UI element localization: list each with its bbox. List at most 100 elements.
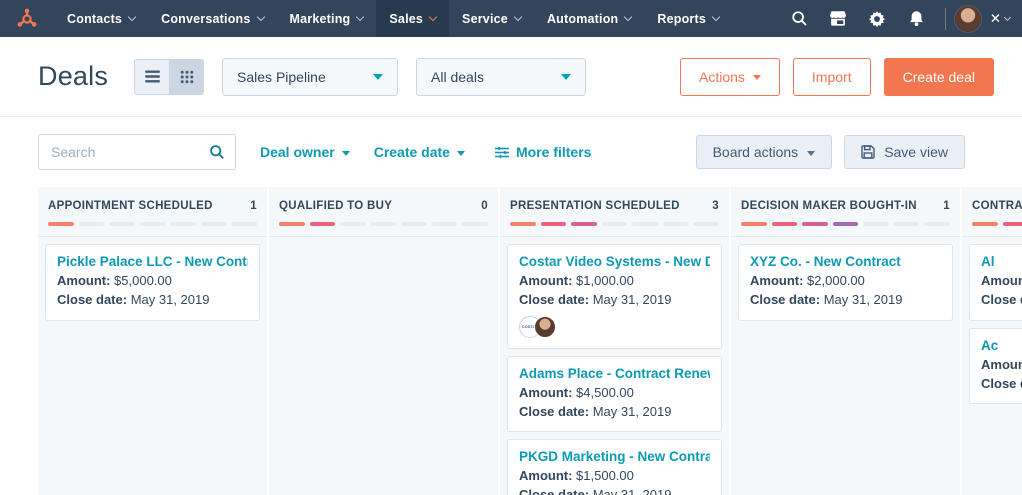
deal-card[interactable]: PKGD Marketing - New Contract Amount: $1… — [507, 439, 722, 495]
stage-progress — [510, 222, 719, 226]
page-title: Deals — [38, 61, 108, 92]
chevron-down-icon — [256, 12, 264, 20]
stage-segment — [170, 222, 196, 226]
deal-link[interactable]: Ac — [981, 338, 1022, 353]
column-count: 1 — [943, 200, 950, 212]
nav-item-marketing[interactable]: Marketing — [277, 0, 377, 37]
hubspot-logo-icon[interactable] — [0, 0, 54, 37]
actions-button[interactable]: Actions — [680, 58, 780, 96]
chevron-down-icon — [429, 12, 437, 20]
deal-property: Close date: — [981, 375, 1022, 394]
import-button[interactable]: Import — [793, 58, 871, 96]
search-icon[interactable] — [209, 144, 235, 160]
user-avatar[interactable] — [955, 6, 981, 32]
deal-property: Amount: $1,000.00 — [519, 272, 710, 291]
list-view-button[interactable] — [135, 60, 169, 94]
create-date-filter[interactable]: Create date — [374, 144, 465, 160]
stage-segment — [79, 222, 105, 226]
board-column: CONTRACT SENT Al Amount:Close date: Ac A… — [962, 187, 1022, 495]
nav-item-service[interactable]: Service — [449, 0, 534, 37]
caret-down-icon — [457, 151, 465, 156]
stage-segment — [310, 222, 336, 226]
stage-segment — [632, 222, 658, 226]
save-view-button[interactable]: Save view — [844, 135, 965, 169]
deal-link[interactable]: Al — [981, 254, 1022, 269]
deal-card[interactable]: Pickle Palace LLC - New Contract Amount:… — [45, 244, 260, 321]
filter-bar: Deal owner Create date More filters Boar… — [0, 117, 1022, 187]
caret-down-icon — [561, 74, 571, 80]
stage-segment — [602, 222, 628, 226]
column-count: 3 — [712, 200, 719, 212]
filter-actions: Board actions Save view — [696, 135, 965, 169]
chevron-down-icon — [624, 12, 632, 20]
contact-avatar[interactable] — [534, 316, 556, 338]
stage-progress — [741, 222, 950, 226]
caret-down-icon — [807, 151, 815, 156]
search-icon[interactable] — [780, 0, 819, 37]
column-title: DECISION MAKER BOUGHT-IN — [741, 200, 917, 212]
deal-link[interactable]: Adams Place - Contract Renewal — [519, 366, 710, 381]
board-column: APPOINTMENT SCHEDULED 1 Pickle Palace LL… — [38, 187, 267, 495]
deal-link[interactable]: PKGD Marketing - New Contract — [519, 449, 710, 464]
nav-right-cluster: ✕ — [780, 0, 1022, 37]
stage-segment — [371, 222, 397, 226]
chevron-down-icon — [514, 12, 522, 20]
nav-item-contacts[interactable]: Contacts — [54, 0, 148, 37]
pipeline-select-value: Sales Pipeline — [237, 69, 326, 85]
filter-sliders-icon — [495, 146, 509, 159]
board-view-button[interactable] — [169, 60, 203, 94]
deal-card[interactable]: XYZ Co. - New Contract Amount: $2,000.00… — [738, 244, 953, 321]
deal-property: Amount: $1,500.00 — [519, 467, 710, 486]
deal-card[interactable]: Costar Video Systems - New Deal Amount: … — [507, 244, 722, 349]
nav-item-automation[interactable]: Automation — [534, 0, 644, 37]
nav-menu: Contacts Conversations Marketing Sales S… — [54, 0, 732, 37]
deal-owner-filter[interactable]: Deal owner — [260, 144, 350, 160]
notifications-bell-icon[interactable] — [897, 0, 936, 37]
chevron-down-icon — [712, 12, 720, 20]
deal-card[interactable]: Al Amount:Close date: — [969, 244, 1022, 321]
deal-property: Close date: — [981, 291, 1022, 310]
column-cards — [269, 237, 498, 251]
deal-property: Amount: $2,000.00 — [750, 272, 941, 291]
stage-segment — [510, 222, 536, 226]
stage-segment — [693, 222, 719, 226]
deal-property: Close date: May 31, 2019 — [519, 486, 710, 495]
board-actions-button[interactable]: Board actions — [696, 135, 833, 169]
deal-link[interactable]: XYZ Co. - New Contract — [750, 254, 941, 269]
stage-segment — [894, 222, 920, 226]
create-deal-button[interactable]: Create deal — [884, 58, 994, 96]
column-cards: Al Amount:Close date: Ac Amount:Close da… — [962, 237, 1022, 411]
nav-item-reports[interactable]: Reports — [644, 0, 732, 37]
deal-link[interactable]: Pickle Palace LLC - New Contract — [57, 254, 248, 269]
caret-down-icon — [342, 151, 350, 156]
search-box — [38, 134, 236, 170]
marketplace-icon[interactable] — [819, 0, 858, 37]
deal-property: Close date: May 31, 2019 — [519, 403, 710, 422]
nav-item-sales[interactable]: Sales — [376, 0, 449, 37]
stage-progress — [972, 222, 1022, 226]
stage-progress — [279, 222, 488, 226]
pipeline-select[interactable]: Sales Pipeline — [222, 58, 398, 96]
deal-filter-select[interactable]: All deals — [416, 58, 586, 96]
deal-card[interactable]: Adams Place - Contract Renewal Amount: $… — [507, 356, 722, 433]
deal-link[interactable]: Costar Video Systems - New Deal — [519, 254, 710, 269]
chevron-down-icon — [356, 12, 364, 20]
stage-progress — [48, 222, 257, 226]
column-title: APPOINTMENT SCHEDULED — [48, 200, 213, 212]
deal-property: Amount: $4,500.00 — [519, 384, 710, 403]
card-avatars: COSTAR — [519, 316, 710, 338]
page-header: Deals Sales Pipeline All deals Actions — [0, 37, 1022, 117]
caret-down-icon — [753, 75, 761, 80]
search-input[interactable] — [39, 144, 209, 160]
stage-segment — [432, 222, 458, 226]
settings-gear-icon[interactable] — [858, 0, 897, 37]
column-cards: Pickle Palace LLC - New Contract Amount:… — [38, 237, 267, 328]
deal-card[interactable]: Ac Amount:Close date: — [969, 328, 1022, 405]
header-actions: Actions Import Create deal — [680, 58, 994, 96]
chevron-down-icon[interactable] — [1004, 14, 1011, 21]
chevron-down-icon — [128, 12, 136, 20]
more-filters-link[interactable]: More filters — [495, 144, 591, 160]
nav-item-conversations[interactable]: Conversations — [148, 0, 276, 37]
close-icon[interactable]: ✕ — [990, 11, 1001, 27]
column-cards: XYZ Co. - New Contract Amount: $2,000.00… — [731, 237, 960, 328]
